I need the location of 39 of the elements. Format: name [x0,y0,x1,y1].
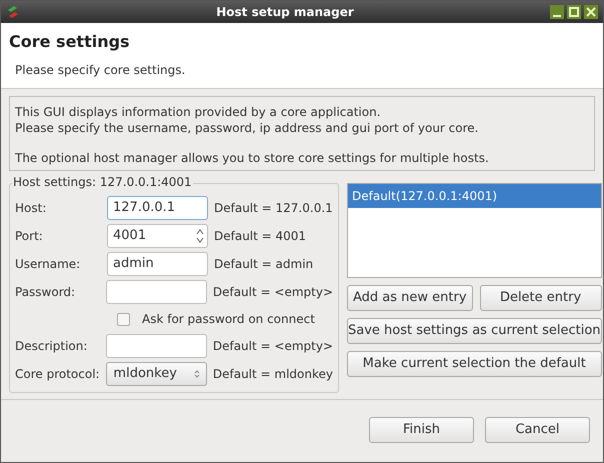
checkbox-label: Ask for password on connect [142,311,315,328]
field-label: Password: [15,284,76,301]
default-value: Default = <empty> [212,284,333,301]
field-label: Core protocol: [15,366,101,383]
dropdown[interactable]: mldonkey [106,362,207,386]
updown-icon [194,369,200,379]
group-title: Host settings: 127.0.0.1:4001 [12,175,193,189]
info-text: The optional host manager allows you to store core settings for multiple hosts. [15,150,490,166]
page-subtitle: Please specify core settings. [15,62,186,79]
default-value: Default = admin [214,256,314,273]
close-icon[interactable] [583,4,599,20]
save-host-button[interactable]: Save host settings as current selection [347,318,602,344]
maximize-icon[interactable] [566,4,582,20]
window-title: Host setup manager [215,4,355,21]
make-default-button[interactable]: Make current selection the default [347,351,602,377]
minimize-icon[interactable] [549,4,565,20]
text-field[interactable]: admin [107,252,208,276]
info-text: This GUI displays information provided by a core application. [15,104,382,120]
default-value: Default = <empty> [212,338,333,355]
field-label: Host: [15,200,48,217]
checkbox[interactable] [117,312,130,326]
text-field[interactable] [106,334,207,358]
info-text: Please specify the username, password, ip address and gui port of your core. [15,120,480,136]
text-field[interactable] [106,280,207,304]
default-value: Default = 4001 [214,228,306,245]
host-list-item[interactable]: Default(127.0.0.1:4001) [348,184,601,208]
field-label: Port: [15,228,44,245]
text-field[interactable]: 127.0.0.1 [107,196,208,220]
delete-entry-button[interactable]: Delete entry [480,285,602,311]
stepper-icon [195,227,205,245]
cancel-button[interactable]: Cancel [485,416,590,442]
finish-button[interactable]: Finish [369,416,474,442]
spin-field[interactable]: 4001 [107,224,208,248]
add-entry-button[interactable]: Add as new entry [347,285,473,311]
page-title: Core settings [9,31,131,53]
default-value: Default = 127.0.0.1 [214,200,333,217]
field-label: Description: [15,338,88,355]
default-value: Default = mldonkey [212,366,333,383]
field-label: Username: [15,256,82,273]
